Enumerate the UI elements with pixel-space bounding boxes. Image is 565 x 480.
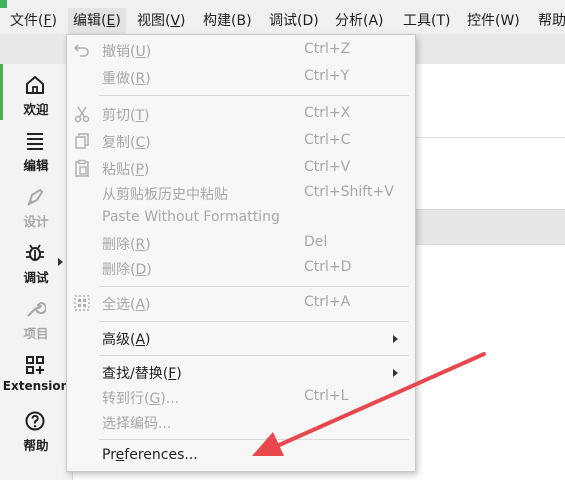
menu-item-shortcut: Ctrl+C	[304, 132, 351, 148]
expand-arrow-icon	[58, 258, 63, 266]
menu-edit-mnemonic: E	[106, 13, 116, 29]
menu-item-shortcut: Ctrl+X	[304, 105, 351, 121]
title-bar-strip	[0, 0, 565, 8]
menu-edit-label-end: )	[115, 13, 121, 29]
app-logo-fragment	[0, 0, 7, 8]
menu-item-redo[interactable]: 重做(R) Ctrl+Y	[67, 65, 415, 90]
sidebar-item-extension[interactable]: Extension	[0, 344, 72, 400]
menu-file-label: 文件(	[10, 13, 44, 29]
sidebar-item-edit[interactable]: 编辑	[0, 120, 72, 176]
sidebar-item-help[interactable]: 帮助	[0, 400, 72, 456]
copy-icon	[75, 133, 89, 149]
menu-item-shortcut: Ctrl+Z	[304, 41, 351, 57]
menu-item-label: 选择编码...	[102, 416, 172, 432]
menu-item-find-replace[interactable]: 查找/替换(F)	[67, 360, 415, 385]
sidebar-item-label: 调试	[23, 270, 49, 285]
menu-item-select-all[interactable]: 全选(A) Ctrl+A	[67, 291, 415, 316]
menu-item-shortcut: Del	[304, 234, 328, 250]
menu-item-select-encoding[interactable]: 选择编码...	[67, 410, 415, 435]
menu-item-cut[interactable]: 剪切(T) Ctrl+X	[67, 102, 415, 127]
menu-item-goto-line[interactable]: 转到行(G)... Ctrl+L	[67, 385, 415, 410]
select-all-icon	[74, 295, 90, 311]
menu-file-label-end: )	[51, 13, 57, 29]
menu-separator	[99, 321, 409, 322]
lines-icon	[27, 133, 43, 150]
mode-sidebar: 欢迎 编辑 设计 调试 项目 Extension 帮助	[0, 64, 73, 480]
menu-item-label: 重做(R)	[102, 71, 151, 87]
menu-view-label: 视图(	[137, 13, 171, 29]
menu-analyze[interactable]: 分析(A)	[330, 8, 389, 34]
menu-item-delete-line[interactable]: 删除(D) Ctrl+D	[67, 256, 415, 281]
menu-item-label: 转到行(G)...	[102, 391, 180, 407]
menu-item-label: 删除(D)	[102, 262, 152, 278]
menu-item-label: 撤销(U)	[102, 44, 152, 60]
paste-icon	[75, 159, 89, 177]
menu-debug[interactable]: 调试(D)	[264, 8, 324, 34]
menu-item-shortcut: Ctrl+Shift+V	[304, 184, 394, 200]
menu-item-shortcut: Ctrl+L	[304, 388, 349, 404]
sidebar-item-welcome[interactable]: 欢迎	[0, 64, 72, 120]
menu-item-label: 剪切(T)	[102, 108, 150, 124]
menu-item-paste-from-history[interactable]: 从剪贴板历史中粘贴 Ctrl+Shift+V	[67, 181, 415, 206]
menu-view[interactable]: 视图(V)	[132, 8, 191, 34]
wrench-icon	[27, 302, 46, 317]
menu-item-shortcut: Ctrl+Y	[304, 68, 350, 84]
menu-item-label: 复制(C)	[102, 135, 151, 151]
menu-separator	[99, 355, 409, 356]
menu-item-shortcut: Ctrl+V	[304, 159, 351, 175]
menu-separator	[99, 439, 409, 440]
menu-item-label: 从剪贴板历史中粘贴	[102, 187, 228, 203]
menu-item-delete[interactable]: 删除(R) Del	[67, 231, 415, 256]
menu-edit[interactable]: 编辑(E)	[68, 8, 126, 34]
submenu-arrow-icon	[393, 369, 398, 377]
menu-file-mnemonic: F	[43, 13, 52, 29]
menu-item-label: 删除(R)	[102, 237, 151, 253]
menu-view-label-end: )	[180, 13, 186, 29]
menu-edit-label: 编辑(	[73, 13, 107, 29]
sidebar-item-label: 设计	[23, 214, 49, 229]
menu-item-copy[interactable]: 复制(C) Ctrl+C	[67, 129, 415, 154]
pen-icon	[27, 189, 43, 206]
menu-item-label: 全选(A)	[102, 297, 151, 313]
help-icon	[25, 411, 45, 431]
menu-item-label: 高级(A)	[102, 332, 151, 348]
menu-bar: 文件(F) 编辑(E) 视图(V) 构建(B) 调试(D) 分析(A) 工具(T…	[0, 8, 565, 34]
menu-item-label: Paste Without Formatting	[102, 209, 280, 225]
menu-item-label: 粘贴(P)	[102, 162, 150, 178]
menu-view-mnemonic: V	[170, 13, 181, 29]
menu-separator	[99, 95, 409, 96]
home-icon	[26, 76, 44, 94]
menu-item-advanced[interactable]: 高级(A)	[67, 326, 415, 351]
menu-item-paste[interactable]: 粘贴(P) Ctrl+V	[67, 156, 415, 181]
menu-item-paste-without-formatting[interactable]: Paste Without Formatting	[67, 206, 415, 231]
menu-build[interactable]: 构建(B)	[198, 8, 257, 34]
menu-separator	[99, 286, 409, 287]
menu-item-shortcut: Ctrl+A	[304, 294, 351, 310]
sidebar-item-label: Extension	[2, 379, 70, 393]
edit-menu-dropdown: 撤销(U) Ctrl+Z 重做(R) Ctrl+Y 剪切(T) Ctrl+X 复…	[66, 34, 416, 472]
menu-item-preferences[interactable]: Preferences...	[67, 444, 415, 469]
submenu-arrow-icon	[393, 335, 398, 343]
sidebar-item-debug[interactable]: 调试	[0, 232, 72, 288]
menu-file[interactable]: 文件(F)	[5, 8, 62, 34]
sidebar-item-design[interactable]: 设计	[0, 176, 72, 232]
sidebar-item-label: 欢迎	[23, 102, 49, 117]
sidebar-item-label: 项目	[23, 326, 49, 341]
scissors-icon	[74, 106, 90, 123]
menu-help[interactable]: 帮助	[533, 8, 565, 34]
bug-icon	[26, 244, 44, 261]
menu-item-label: 查找/替换(F)	[102, 366, 182, 382]
menu-controls[interactable]: 控件(W)	[462, 8, 525, 34]
menu-item-label: Preferences...	[102, 447, 198, 463]
sidebar-item-label: 编辑	[23, 158, 49, 173]
extension-icon	[26, 356, 44, 374]
sidebar-item-label: 帮助	[23, 438, 49, 453]
undo-icon	[73, 44, 89, 57]
menu-item-shortcut: Ctrl+D	[304, 259, 352, 275]
sidebar-item-project[interactable]: 项目	[0, 288, 72, 344]
menu-item-undo[interactable]: 撤销(U) Ctrl+Z	[67, 38, 415, 63]
menu-tools[interactable]: 工具(T)	[398, 8, 455, 34]
